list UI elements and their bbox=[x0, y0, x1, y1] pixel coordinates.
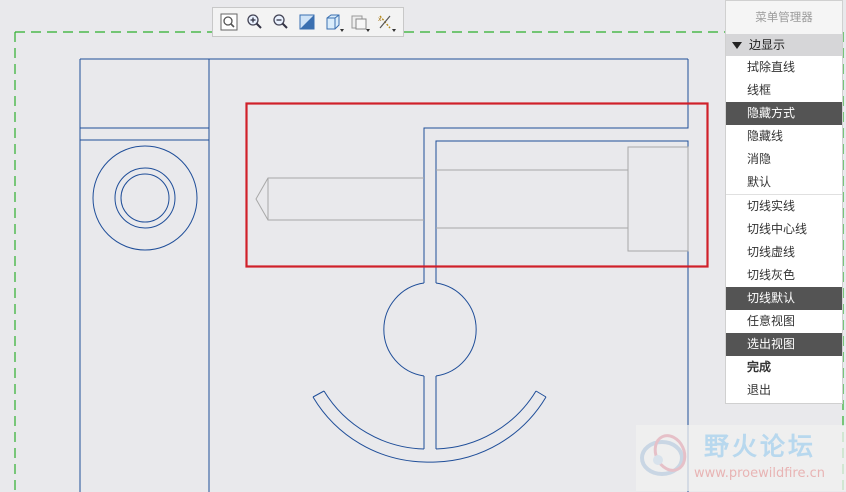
triangle-down-icon bbox=[732, 41, 742, 49]
zoom-refit-icon[interactable] bbox=[217, 10, 241, 34]
datum-display-icon[interactable]: x bbox=[373, 10, 397, 34]
menu-item[interactable]: 任意视图 bbox=[726, 310, 842, 333]
saved-views-icon[interactable] bbox=[347, 10, 371, 34]
menu-manager: 菜单管理器 边显示 拭除直线 线框 隐藏方式 隐藏线 消隐 默认 切线实线 切线中心线 切线虚线… bbox=[725, 0, 843, 404]
menu-item[interactable]: 切线默认 bbox=[726, 287, 842, 310]
menu-item[interactable]: 隐藏线 bbox=[726, 125, 842, 148]
watermark-url: www.proewildfire.cn bbox=[694, 466, 825, 481]
view-toolbar: x bbox=[212, 7, 404, 37]
menu-item[interactable]: 切线实线 bbox=[726, 194, 842, 218]
display-style-icon[interactable] bbox=[321, 10, 345, 34]
menu-item[interactable]: 切线中心线 bbox=[726, 218, 842, 241]
watermark-title: 野火论坛 bbox=[704, 432, 817, 461]
left-view[interactable] bbox=[79, 58, 688, 492]
drawing-canvas[interactable] bbox=[0, 0, 846, 492]
main-view[interactable] bbox=[312, 59, 689, 492]
menu-item[interactable]: 默认 bbox=[726, 171, 842, 194]
zoom-out-icon[interactable] bbox=[269, 10, 293, 34]
menu-item[interactable]: 退出 bbox=[726, 379, 842, 402]
menu-item[interactable]: 完成 bbox=[726, 356, 842, 379]
svg-text:x: x bbox=[378, 16, 382, 23]
wildfire-logo-icon bbox=[640, 434, 687, 476]
menu-item[interactable]: 拭除直线 bbox=[726, 56, 842, 79]
menu-item[interactable]: 切线灰色 bbox=[726, 264, 842, 287]
menu-item-list: 拭除直线 线框 隐藏方式 隐藏线 消隐 默认 切线实线 切线中心线 切线虚线 切线灰色 切线默认 任意… bbox=[726, 56, 842, 402]
repaint-icon[interactable] bbox=[295, 10, 319, 34]
sheet-border bbox=[14, 31, 844, 492]
menu-section-edge-display[interactable]: 边显示 bbox=[726, 34, 842, 56]
menu-item[interactable]: 消隐 bbox=[726, 148, 842, 171]
hidden-lines bbox=[255, 146, 689, 252]
menu-item[interactable]: 隐藏方式 bbox=[726, 102, 842, 125]
menu-section-label: 边显示 bbox=[749, 38, 786, 52]
zoom-in-icon[interactable] bbox=[243, 10, 267, 34]
menu-item[interactable]: 线框 bbox=[726, 79, 842, 102]
watermark: 野火论坛 www.proewildfire.cn bbox=[636, 425, 846, 491]
menu-manager-title: 菜单管理器 bbox=[726, 1, 842, 34]
menu-item[interactable]: 选出视图 bbox=[726, 333, 842, 356]
menu-item[interactable]: 切线虚线 bbox=[726, 241, 842, 264]
